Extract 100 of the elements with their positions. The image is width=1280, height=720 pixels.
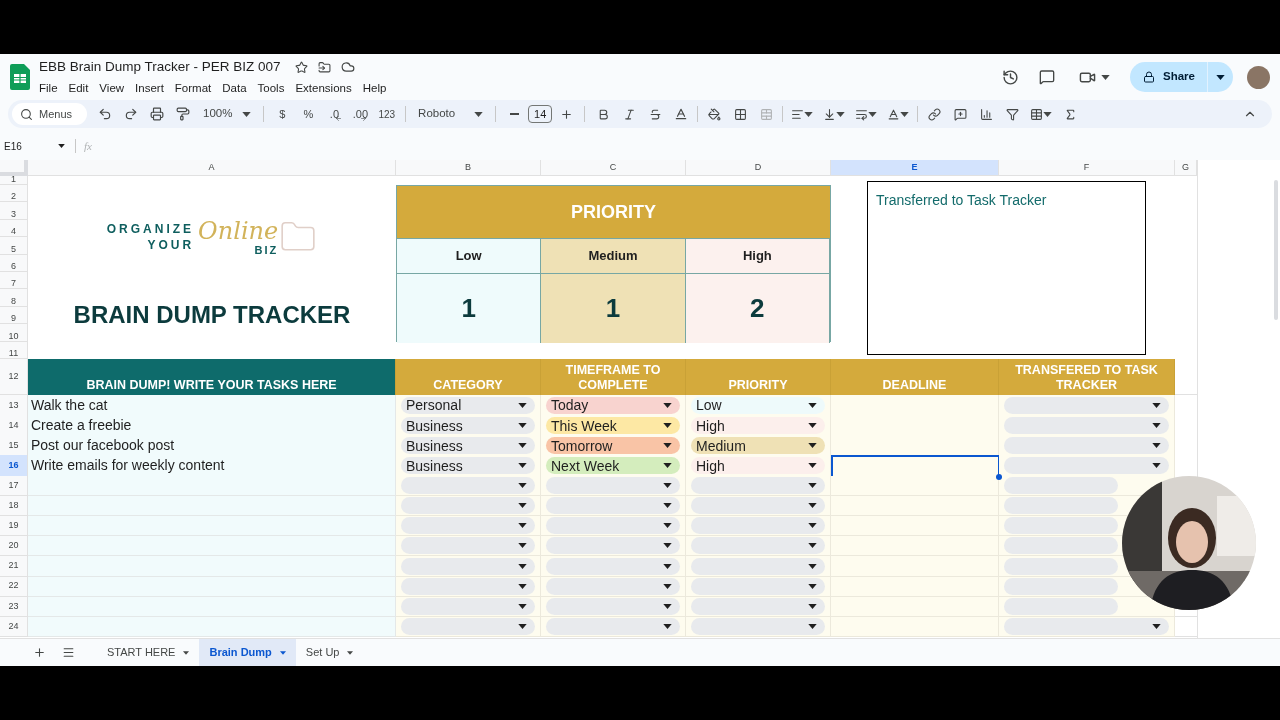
dropdown-chip[interactable]: High (691, 457, 825, 475)
dropdown-chip[interactable] (546, 577, 680, 595)
task-cell[interactable] (28, 556, 396, 577)
row-header[interactable]: 20 (0, 536, 28, 557)
column-header[interactable]: D (686, 160, 831, 176)
star-icon[interactable] (294, 60, 308, 74)
task-cell[interactable] (28, 516, 396, 537)
dropdown-chip[interactable] (401, 517, 535, 535)
row-header[interactable]: 22 (0, 576, 28, 597)
dropdown-chip[interactable]: Low (691, 396, 825, 414)
menu-item[interactable]: Extensions (295, 79, 352, 97)
column-header[interactable]: C (541, 160, 686, 176)
zoom-select[interactable]: 100% (197, 105, 258, 123)
row-header[interactable]: 17 (0, 475, 28, 496)
fill-handle[interactable] (996, 474, 1002, 481)
dropdown-chip[interactable] (401, 597, 535, 615)
dropdown-chip[interactable] (546, 517, 680, 535)
scrollbar[interactable] (1274, 180, 1278, 320)
decrease-decimal-button[interactable]: .0 (322, 102, 347, 126)
row-header[interactable]: 5 (0, 237, 28, 255)
row-header[interactable]: 3 (0, 202, 28, 220)
dropdown-chip[interactable] (546, 557, 680, 575)
dropdown-chip[interactable]: Next Week (546, 457, 680, 475)
deadline-cell[interactable] (831, 455, 999, 478)
row-header[interactable]: 18 (0, 495, 28, 517)
menu-item[interactable]: Data (222, 79, 247, 97)
dropdown-chip[interactable]: Business (401, 437, 535, 455)
dropdown-chip[interactable] (546, 476, 680, 494)
row-header[interactable]: 8 (0, 289, 28, 307)
select-all-corner[interactable] (0, 160, 28, 176)
dropdown-chip[interactable] (691, 476, 825, 494)
dropdown-chip[interactable] (691, 496, 825, 514)
dropdown-chip[interactable] (1004, 437, 1169, 455)
menu-item[interactable]: File (39, 79, 58, 97)
name-box[interactable]: E16 (0, 138, 70, 154)
column-header[interactable]: G (1175, 160, 1197, 176)
font-select[interactable]: Roboto (412, 105, 490, 123)
column-header[interactable]: E (831, 160, 999, 176)
dropdown-chip[interactable]: Personal (401, 396, 535, 414)
menu-item[interactable]: Tools (257, 79, 285, 97)
row-header[interactable]: 13 (0, 394, 28, 417)
task-cell[interactable]: Create a freebie (28, 415, 396, 438)
document-title[interactable]: EBB Brain Dump Tracker - PER BIZ 007 (39, 57, 281, 78)
menu-item[interactable]: View (99, 79, 125, 97)
row-header[interactable]: 14 (0, 415, 28, 438)
menu-item[interactable]: Format (174, 79, 212, 97)
column-header[interactable]: F (999, 160, 1175, 176)
dropdown-chip[interactable]: Today (546, 396, 680, 414)
dropdown-chip[interactable] (401, 577, 535, 595)
dropdown-chip[interactable] (401, 496, 535, 514)
dropdown-chip[interactable] (691, 577, 825, 595)
sheet-tab[interactable]: START HERE (97, 639, 200, 666)
task-cell[interactable]: Write emails for weekly content (28, 455, 396, 478)
dropdown-chip[interactable]: Tomorrow (546, 437, 680, 455)
row-header[interactable]: 12 (0, 358, 28, 395)
all-sheets-icon[interactable] (62, 646, 75, 659)
column-header[interactable]: A (28, 160, 396, 176)
task-cell[interactable]: Walk the cat (28, 394, 396, 417)
task-cell[interactable] (28, 495, 396, 517)
dropdown-chip[interactable] (691, 618, 825, 636)
task-cell[interactable] (28, 576, 396, 597)
dropdown-chip[interactable]: Medium (691, 437, 825, 455)
row-header[interactable]: 2 (0, 185, 28, 203)
row-header[interactable]: 1 (0, 176, 28, 185)
task-cell[interactable] (28, 536, 396, 557)
percent-button[interactable]: % (296, 102, 321, 126)
dropdown-chip[interactable]: High (691, 417, 825, 435)
font-size-field[interactable]: 14 (528, 105, 553, 123)
sheet-tab[interactable]: Brain Dump (199, 639, 296, 666)
dropdown-chip[interactable] (691, 537, 825, 555)
dropdown-chip[interactable] (546, 496, 680, 514)
sheets-logo-icon[interactable] (10, 64, 30, 90)
dropdown-chip[interactable]: Business (401, 417, 535, 435)
dropdown-chip[interactable] (546, 597, 680, 615)
row-header[interactable]: 19 (0, 516, 28, 537)
task-cell[interactable] (28, 596, 396, 617)
menu-item[interactable]: Help (362, 79, 387, 97)
dropdown-chip[interactable] (401, 557, 535, 575)
row-header[interactable]: 15 (0, 435, 28, 458)
dropdown-chip[interactable]: Business (401, 457, 535, 475)
menu-item[interactable]: Insert (135, 79, 164, 97)
task-cell[interactable] (28, 616, 396, 638)
move-folder-icon[interactable] (317, 60, 331, 74)
dropdown-chip[interactable] (691, 597, 825, 615)
comment-icon[interactable] (1039, 69, 1056, 85)
currency-button[interactable]: $ (270, 102, 295, 126)
dropdown-chip[interactable] (401, 537, 535, 555)
dropdown-chip[interactable] (691, 517, 825, 535)
row-header[interactable]: 10 (0, 324, 28, 342)
task-cell[interactable]: Post our facebook post (28, 435, 396, 458)
number-format-button[interactable]: 123 (374, 102, 400, 126)
increase-decimal-button[interactable]: .00 (348, 102, 373, 126)
dropdown-chip[interactable] (1004, 618, 1169, 636)
row-header[interactable]: 21 (0, 556, 28, 577)
sheet-tab[interactable]: Set Up (295, 639, 364, 666)
dropdown-chip[interactable]: This Week (546, 417, 680, 435)
version-history-icon[interactable] (1002, 68, 1020, 86)
row-header[interactable]: 24 (0, 616, 28, 638)
dropdown-chip[interactable] (691, 557, 825, 575)
dropdown-chip[interactable] (546, 537, 680, 555)
